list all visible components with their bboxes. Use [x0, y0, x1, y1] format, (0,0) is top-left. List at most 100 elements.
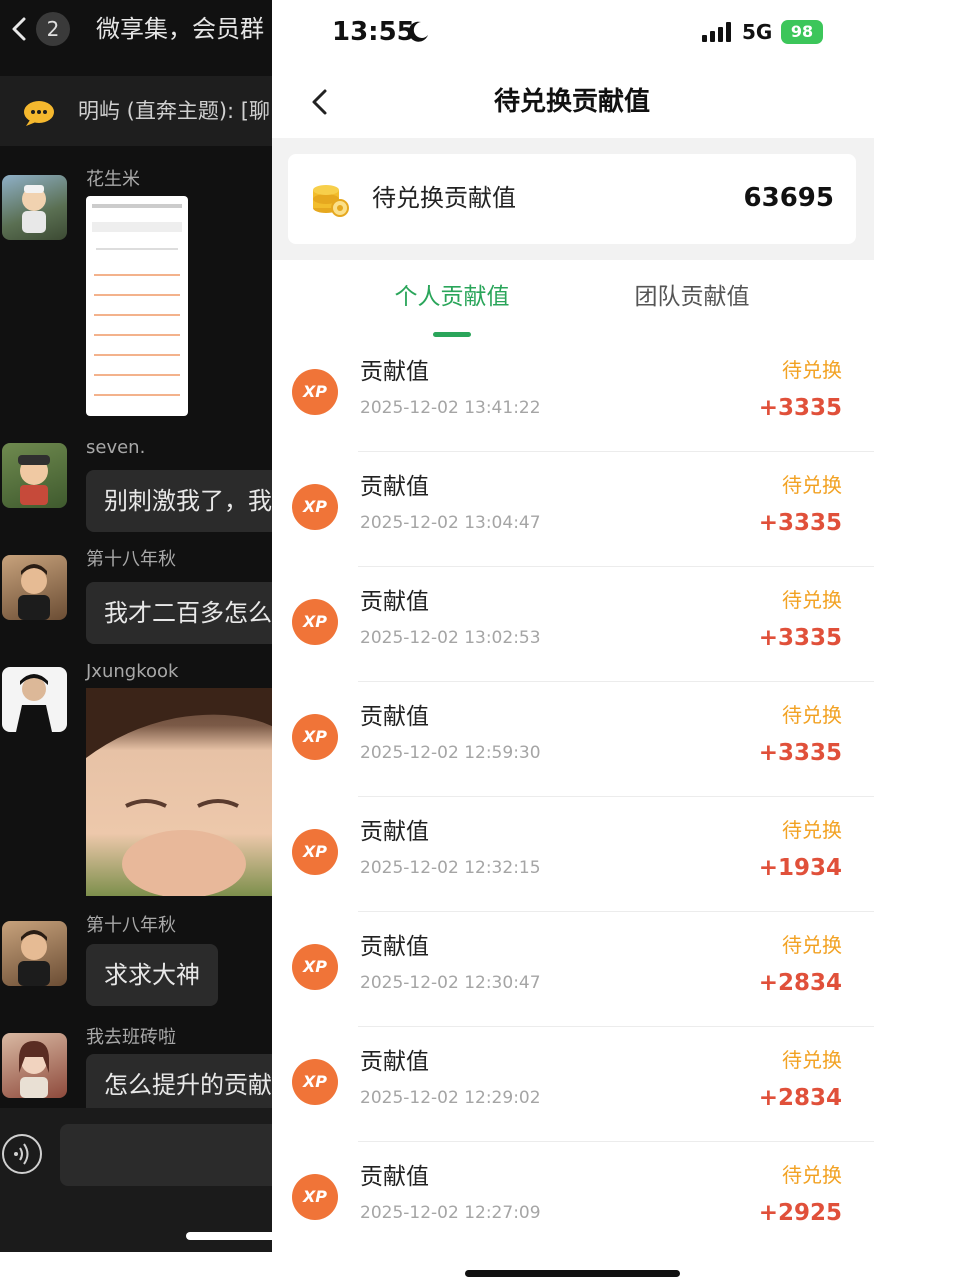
- page-title: 待兑换贡献值: [493, 87, 650, 117]
- record-title: 贡献值: [360, 704, 429, 730]
- sender-name: seven.: [86, 437, 146, 458]
- sender-name: 第十八年秋: [86, 549, 176, 570]
- contribution-page: 13:55 5G 98 待兑换贡献值 待兑换贡献值 63695 个人贡献值 团队…: [272, 0, 874, 1252]
- record-row[interactable]: XP 贡献值 2025-12-02 12:27:09 待兑换 +2925: [272, 1142, 874, 1252]
- message-bubble[interactable]: 求求大神: [86, 944, 218, 1006]
- record-status: 待兑换: [782, 1163, 842, 1187]
- record-status: 待兑换: [782, 473, 842, 497]
- chat-header: 2 微享集，会员群: [0, 0, 272, 70]
- record-status: 待兑换: [782, 818, 842, 842]
- message-bubble[interactable]: 怎么提升的贡献: [86, 1054, 272, 1116]
- message-bubble[interactable]: 别刺激我了，我: [86, 470, 272, 532]
- record-row[interactable]: XP 贡献值 2025-12-02 12:32:15 待兑换 +1934: [272, 797, 874, 912]
- chat-message: 第十八年秋 我才二百多怎么: [0, 548, 272, 644]
- record-row[interactable]: XP 贡献值 2025-12-02 13:41:22 待兑换 +3335: [272, 337, 874, 452]
- chat-message: 我去班砖啦 怎么提升的贡献: [0, 1026, 272, 1116]
- tab-personal-contribution[interactable]: 个人贡献值: [352, 280, 552, 314]
- sender-name: 花生米: [86, 169, 140, 190]
- xp-icon: XP: [292, 829, 338, 875]
- avatar[interactable]: [2, 175, 67, 240]
- chat-panel: 2 微享集，会员群 明屿 (直奔主题): [聊 花生米 seven. 别刺激我了…: [0, 0, 272, 1252]
- network-type: 5G: [742, 20, 773, 44]
- speaker-bubble-icon: [24, 101, 54, 126]
- chat-message: Jxungkook: [0, 660, 272, 900]
- back-arrow-icon[interactable]: [308, 86, 332, 118]
- xp-icon: XP: [292, 944, 338, 990]
- summary-section: 待兑换贡献值 63695: [272, 138, 874, 260]
- record-time: 2025-12-02 12:59:30: [360, 743, 541, 763]
- record-row[interactable]: XP 贡献值 2025-12-02 12:59:30 待兑换 +3335: [272, 682, 874, 797]
- record-time: 2025-12-02 12:27:09: [360, 1203, 541, 1223]
- record-amount: +3335: [758, 740, 842, 766]
- xp-icon: XP: [292, 369, 338, 415]
- record-title: 贡献值: [360, 1164, 429, 1190]
- record-status: 待兑换: [782, 588, 842, 612]
- record-amount: +3335: [758, 510, 842, 536]
- record-time: 2025-12-02 12:32:15: [360, 858, 541, 878]
- cellular-signal-icon: [702, 22, 731, 42]
- record-title: 贡献值: [360, 1049, 429, 1075]
- group-notice-bar[interactable]: 明屿 (直奔主题): [聊: [0, 76, 272, 146]
- record-title: 贡献值: [360, 589, 429, 615]
- shared-photo[interactable]: [86, 688, 272, 896]
- record-time: 2025-12-02 12:29:02: [360, 1088, 541, 1108]
- sender-name: 我去班砖啦: [86, 1027, 176, 1048]
- status-time: 13:55: [332, 17, 415, 47]
- record-title: 贡献值: [360, 934, 429, 960]
- record-row[interactable]: XP 贡献值 2025-12-02 13:04:47 待兑换 +3335: [272, 452, 874, 567]
- coins-icon: [313, 185, 349, 217]
- chat-message: seven. 别刺激我了，我: [0, 436, 272, 532]
- record-title: 贡献值: [360, 474, 429, 500]
- tab-bar: 个人贡献值 团队贡献值: [272, 270, 874, 340]
- avatar[interactable]: [2, 921, 67, 986]
- record-amount: +2834: [758, 970, 842, 996]
- unread-badge: 2: [36, 12, 70, 46]
- chat-title: 微享集，会员群: [96, 15, 264, 43]
- sender-name: Jxungkook: [86, 661, 179, 682]
- xp-icon: XP: [292, 1174, 338, 1220]
- sender-name: 第十八年秋: [86, 915, 176, 936]
- message-input[interactable]: [60, 1124, 272, 1186]
- notice-text: 明屿 (直奔主题): [聊: [78, 99, 271, 123]
- record-row[interactable]: XP 贡献值 2025-12-02 12:30:47 待兑换 +2834: [272, 912, 874, 1027]
- record-title: 贡献值: [360, 359, 429, 385]
- record-amount: +3335: [758, 395, 842, 421]
- record-amount: +2834: [758, 1085, 842, 1111]
- moon-icon: [408, 21, 428, 42]
- record-amount: +3335: [758, 625, 842, 651]
- record-time: 2025-12-02 12:30:47: [360, 973, 541, 993]
- shared-screenshot-thumbnail[interactable]: [86, 196, 188, 416]
- navigation-bar: 待兑换贡献值: [272, 66, 874, 138]
- summary-value: 63695: [743, 183, 834, 213]
- avatar[interactable]: [2, 555, 67, 620]
- record-row[interactable]: XP 贡献值 2025-12-02 13:02:53 待兑换 +3335: [272, 567, 874, 682]
- home-indicator: [465, 1270, 680, 1277]
- summary-card: 待兑换贡献值 63695: [288, 154, 856, 244]
- message-bubble[interactable]: 我才二百多怎么: [86, 582, 272, 644]
- xp-icon: XP: [292, 484, 338, 530]
- home-indicator: [186, 1232, 272, 1240]
- record-status: 待兑换: [782, 358, 842, 382]
- record-time: 2025-12-02 13:04:47: [360, 513, 541, 533]
- status-bar: 13:55 5G 98: [272, 0, 874, 66]
- tab-team-contribution[interactable]: 团队贡献值: [592, 280, 792, 314]
- record-status: 待兑换: [782, 703, 842, 727]
- avatar[interactable]: [2, 443, 67, 508]
- record-status: 待兑换: [782, 933, 842, 957]
- chat-message: 花生米: [0, 168, 272, 418]
- chevron-left-icon[interactable]: [6, 14, 34, 44]
- avatar[interactable]: [2, 1033, 67, 1098]
- record-time: 2025-12-02 13:41:22: [360, 398, 541, 418]
- record-amount: +1934: [758, 855, 842, 881]
- summary-label: 待兑换贡献值: [372, 184, 516, 212]
- battery-indicator: 98: [781, 20, 823, 44]
- record-time: 2025-12-02 13:02:53: [360, 628, 541, 648]
- xp-icon: XP: [292, 714, 338, 760]
- record-title: 贡献值: [360, 819, 429, 845]
- record-row[interactable]: XP 贡献值 2025-12-02 12:29:02 待兑换 +2834: [272, 1027, 874, 1142]
- record-status: 待兑换: [782, 1048, 842, 1072]
- avatar[interactable]: [2, 667, 67, 732]
- record-amount: +2925: [758, 1200, 842, 1226]
- voice-input-icon[interactable]: [2, 1134, 42, 1174]
- xp-icon: XP: [292, 599, 338, 645]
